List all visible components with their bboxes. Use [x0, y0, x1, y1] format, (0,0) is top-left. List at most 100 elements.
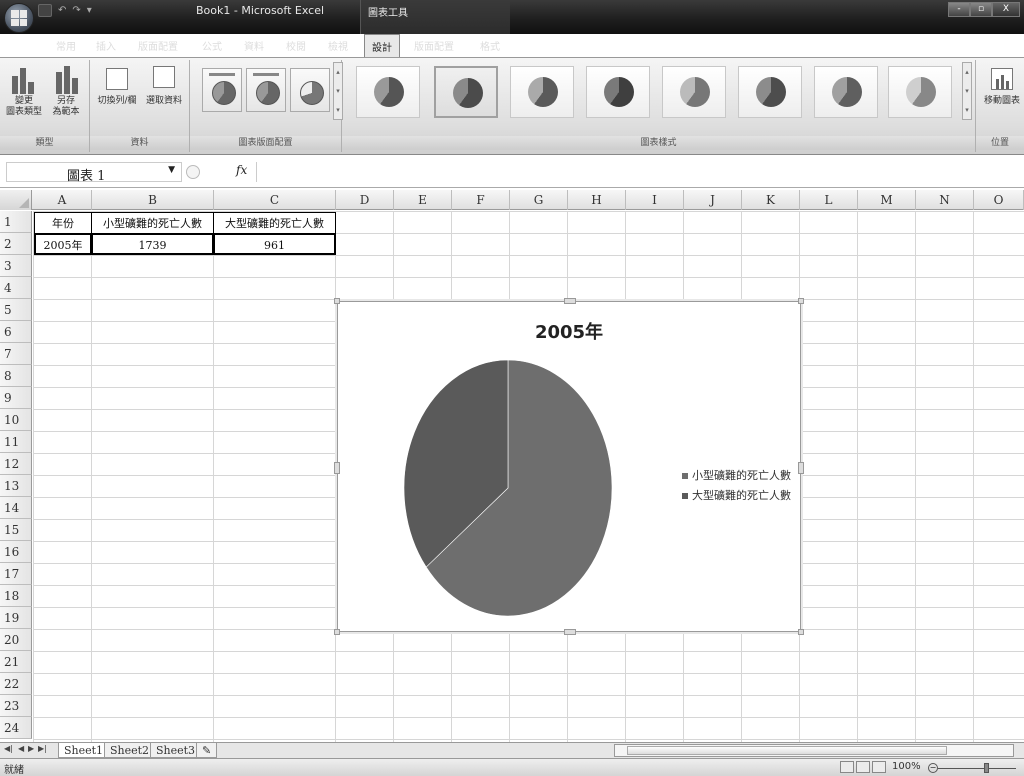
- row-header-7[interactable]: 7: [0, 343, 32, 365]
- chart-title[interactable]: 2005年: [338, 318, 800, 344]
- chart-legend[interactable]: 小型礦難的死亡人數 大型礦難的死亡人數: [682, 466, 791, 506]
- resize-handle-right[interactable]: [798, 462, 804, 474]
- chart-style-7[interactable]: [814, 66, 878, 118]
- formula-input[interactable]: [256, 162, 1022, 182]
- cell-b1[interactable]: 小型礦難的死亡人數: [91, 212, 214, 234]
- tab-page-layout[interactable]: 版面配置: [138, 38, 178, 53]
- chart-layout-3[interactable]: [290, 68, 330, 112]
- row-header-19[interactable]: 19: [0, 607, 32, 629]
- tab-insert[interactable]: 插入: [96, 38, 116, 53]
- resize-handle-top[interactable]: [564, 298, 576, 304]
- close-button[interactable]: X: [992, 2, 1020, 17]
- sheet-tab-2[interactable]: Sheet2: [104, 743, 156, 758]
- tab-design[interactable]: 設計: [364, 34, 400, 57]
- column-header-h[interactable]: H: [568, 190, 626, 210]
- row-header-5[interactable]: 5: [0, 299, 32, 321]
- customize-qat-icon[interactable]: ▾: [87, 5, 92, 16]
- tab-view[interactable]: 檢視: [328, 38, 348, 53]
- last-sheet-icon[interactable]: ▶|: [38, 744, 47, 753]
- row-header-21[interactable]: 21: [0, 651, 32, 673]
- select-all-button[interactable]: [0, 190, 32, 210]
- tab-chart-layout[interactable]: 版面配置: [414, 38, 454, 53]
- cell-c2[interactable]: 961: [213, 233, 336, 255]
- select-data-button[interactable]: 選取資料: [142, 64, 186, 107]
- cell-a1[interactable]: 年份: [34, 212, 92, 234]
- prev-sheet-icon[interactable]: ◀: [18, 744, 24, 753]
- row-header-6[interactable]: 6: [0, 321, 32, 343]
- horizontal-scroll-thumb[interactable]: [627, 746, 947, 755]
- name-box[interactable]: 圖表 1 ▼: [6, 162, 182, 184]
- chart-style-8[interactable]: [888, 66, 952, 118]
- chart-style-4[interactable]: [586, 66, 650, 118]
- row-header-12[interactable]: 12: [0, 453, 32, 475]
- pie-plot-area[interactable]: [402, 358, 614, 618]
- formula-bar-expand-icon[interactable]: [186, 165, 200, 179]
- row-header-11[interactable]: 11: [0, 431, 32, 453]
- zoom-slider[interactable]: −: [928, 763, 1022, 773]
- chart-style-1[interactable]: [356, 66, 420, 118]
- column-header-l[interactable]: L: [800, 190, 858, 210]
- minimize-button[interactable]: -: [948, 2, 970, 17]
- row-header-4[interactable]: 4: [0, 277, 32, 299]
- column-header-a[interactable]: A: [33, 190, 92, 210]
- sheet-tab-3[interactable]: Sheet3: [150, 743, 202, 758]
- row-header-15[interactable]: 15: [0, 519, 32, 541]
- change-chart-type-button[interactable]: 變更 圖表類型: [4, 64, 44, 118]
- row-header-17[interactable]: 17: [0, 563, 32, 585]
- resize-handle-left[interactable]: [334, 462, 340, 474]
- column-header-n[interactable]: N: [916, 190, 974, 210]
- sheet-tab-1[interactable]: Sheet1: [58, 743, 110, 758]
- row-header-9[interactable]: 9: [0, 387, 32, 409]
- chevron-down-icon[interactable]: ▼: [168, 165, 175, 175]
- column-header-o[interactable]: O: [974, 190, 1024, 210]
- chart-style-3[interactable]: [510, 66, 574, 118]
- column-header-e[interactable]: E: [394, 190, 452, 210]
- pie-chart[interactable]: 2005年 小型礦難的死亡人數 大型礦難的死亡人數: [334, 298, 804, 635]
- chart-style-2[interactable]: [434, 66, 498, 118]
- switch-row-column-button[interactable]: 切換列/欄: [94, 64, 140, 107]
- column-header-i[interactable]: I: [626, 190, 684, 210]
- insert-sheet-icon[interactable]: ✎: [196, 743, 218, 758]
- chart-layout-2[interactable]: [246, 68, 286, 112]
- column-header-m[interactable]: M: [858, 190, 916, 210]
- horizontal-scrollbar[interactable]: [614, 744, 1014, 757]
- save-as-template-button[interactable]: 另存 為範本: [46, 64, 86, 118]
- next-sheet-icon[interactable]: ▶: [28, 744, 34, 753]
- zoom-out-icon[interactable]: −: [928, 763, 938, 773]
- normal-view-icon[interactable]: [840, 761, 854, 773]
- cell-b2[interactable]: 1739: [91, 233, 214, 255]
- column-header-c[interactable]: C: [214, 190, 336, 210]
- column-header-d[interactable]: D: [336, 190, 394, 210]
- resize-handle-tl[interactable]: [334, 298, 340, 304]
- row-header-3[interactable]: 3: [0, 255, 32, 277]
- chart-style-5[interactable]: [662, 66, 726, 118]
- row-header-16[interactable]: 16: [0, 541, 32, 563]
- first-sheet-icon[interactable]: ◀|: [4, 744, 13, 753]
- undo-icon[interactable]: ↶: [58, 5, 66, 16]
- tab-formulas[interactable]: 公式: [202, 38, 222, 53]
- row-header-23[interactable]: 23: [0, 695, 32, 717]
- resize-handle-bottom[interactable]: [564, 629, 576, 635]
- page-break-view-icon[interactable]: [872, 761, 886, 773]
- column-header-f[interactable]: F: [452, 190, 510, 210]
- insert-function-icon[interactable]: fx: [236, 163, 247, 177]
- cell-c1[interactable]: 大型礦難的死亡人數: [213, 212, 336, 234]
- row-header-20[interactable]: 20: [0, 629, 32, 651]
- page-layout-view-icon[interactable]: [856, 761, 870, 773]
- row-header-2[interactable]: 2: [0, 233, 32, 255]
- chart-layout-1[interactable]: [202, 68, 242, 112]
- column-header-k[interactable]: K: [742, 190, 800, 210]
- row-header-18[interactable]: 18: [0, 585, 32, 607]
- column-header-g[interactable]: G: [510, 190, 568, 210]
- zoom-thumb[interactable]: [984, 763, 989, 773]
- zoom-level[interactable]: 100%: [892, 761, 921, 772]
- row-header-14[interactable]: 14: [0, 497, 32, 519]
- row-header-22[interactable]: 22: [0, 673, 32, 695]
- resize-handle-bl[interactable]: [334, 629, 340, 635]
- row-header-10[interactable]: 10: [0, 409, 32, 431]
- column-header-j[interactable]: J: [684, 190, 742, 210]
- row-header-13[interactable]: 13: [0, 475, 32, 497]
- tab-review[interactable]: 校閱: [286, 38, 306, 53]
- office-button[interactable]: [4, 3, 34, 33]
- save-icon[interactable]: [38, 4, 52, 17]
